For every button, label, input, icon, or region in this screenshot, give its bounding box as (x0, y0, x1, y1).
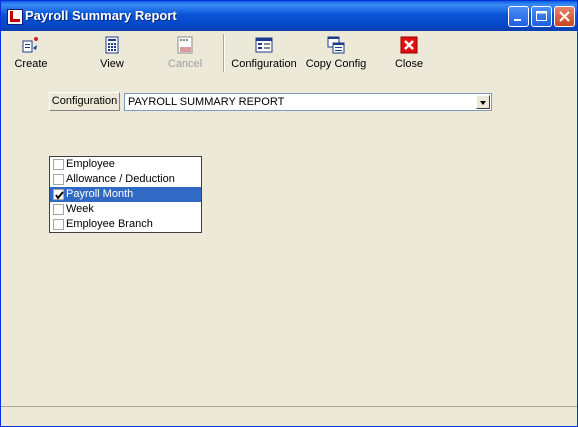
toolbar-separator (223, 34, 225, 72)
configuration-field-label: Configuration (49, 92, 120, 111)
chevron-down-icon (480, 101, 486, 105)
copy-config-label: Copy Config (305, 58, 367, 70)
checkbox[interactable] (53, 219, 64, 230)
app-logo-icon (7, 9, 23, 25)
close-x-icon (559, 11, 570, 22)
status-bar (1, 406, 577, 426)
configuration-button[interactable]: Configuration (229, 33, 299, 73)
window-close-button[interactable] (554, 6, 575, 27)
checklist-item-label: Payroll Month (66, 188, 134, 200)
checklist-item-label: Week (66, 203, 94, 215)
maximize-icon (536, 11, 547, 21)
toolbar: Create View Cancel Configuration Copy Co… (1, 31, 577, 75)
checklist-item-label: Employee Branch (66, 218, 153, 230)
window-title: Payroll Summary Report (25, 8, 177, 23)
view-report-icon (105, 36, 119, 54)
checklist-item-employee-branch[interactable]: Employee Branch (50, 217, 201, 232)
checklist-item-allowance-deduction[interactable]: Allowance / Deduction (50, 172, 201, 187)
configuration-icon (255, 37, 273, 53)
configuration-dropdown-value: PAYROLL SUMMARY REPORT (128, 96, 285, 108)
view-button[interactable]: View (92, 33, 132, 73)
close-button[interactable]: Close (389, 33, 429, 73)
minimize-button[interactable] (508, 6, 529, 27)
stop-icon (177, 36, 193, 54)
checklist-item-label: Employee (66, 158, 115, 170)
minimize-icon (514, 19, 521, 21)
close-label: Close (394, 58, 424, 70)
view-label: View (100, 58, 124, 70)
copy-config-button[interactable]: Copy Config (303, 33, 369, 73)
cancel-button[interactable]: Cancel (163, 33, 207, 73)
maximize-button[interactable] (531, 6, 552, 27)
checklist-item-payroll-month[interactable]: Payroll Month (50, 187, 201, 202)
checkbox[interactable] (53, 159, 64, 170)
create-label: Create (14, 58, 48, 70)
checkmark-icon (55, 191, 64, 200)
checklist-item-week[interactable]: Week (50, 202, 201, 217)
checklist-item-label: Allowance / Deduction (66, 173, 175, 185)
close-icon (400, 36, 418, 54)
configuration-label: Configuration (231, 58, 297, 70)
checklist-item-employee[interactable]: Employee (50, 157, 201, 172)
report-window: Payroll Summary Report Create View Cance… (0, 0, 578, 427)
title-bar[interactable]: Payroll Summary Report (1, 1, 577, 31)
copy-config-icon (327, 36, 345, 54)
create-report-icon (22, 37, 38, 53)
dropdown-arrow-button[interactable] (476, 95, 490, 109)
group-by-checklist[interactable]: Employee Allowance / Deduction Payroll M… (49, 156, 202, 233)
checkbox[interactable] (53, 204, 64, 215)
checkbox-checked[interactable] (53, 189, 64, 200)
cancel-label: Cancel (167, 58, 203, 70)
create-button[interactable]: Create (11, 33, 51, 73)
checkbox[interactable] (53, 174, 64, 185)
configuration-dropdown[interactable]: PAYROLL SUMMARY REPORT (124, 93, 492, 111)
